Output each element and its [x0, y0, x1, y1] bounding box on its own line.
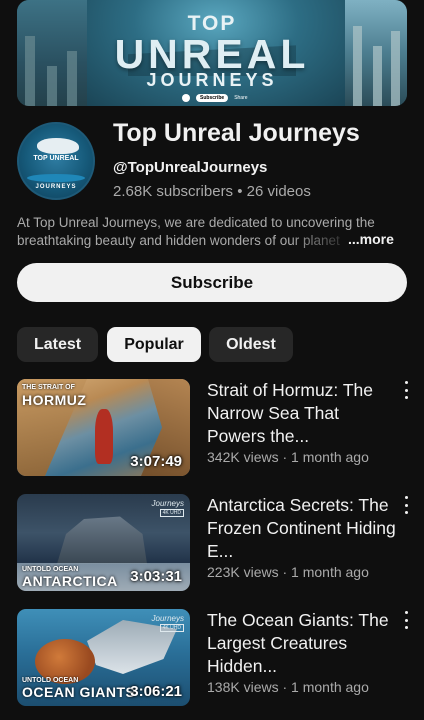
filter-chip-latest[interactable]: Latest [17, 327, 98, 362]
video-duration: 3:07:49 [130, 453, 182, 470]
video-title[interactable]: Strait of Hormuz: The Narrow Sea That Po… [207, 379, 397, 448]
whale-icon [37, 138, 79, 154]
channel-avatar[interactable]: TOP UNREAL JOURNEYS [17, 122, 95, 200]
tanker-image [95, 409, 113, 464]
avatar-text-top: TOP UNREAL [33, 155, 79, 162]
video-duration: 3:03:31 [130, 568, 182, 585]
video-item[interactable]: Journeys 4K UHD UNTOLD OCEAN OCEAN GIANT… [0, 609, 424, 709]
mini-avatar-icon [182, 94, 190, 102]
thumbnail-caption-small: UNTOLD OCEAN [22, 566, 79, 573]
video-meta: 223K views · 1 month ago [207, 564, 369, 580]
video-meta: 342K views · 1 month ago [207, 449, 369, 465]
video-item[interactable]: THE STRAIT OF HORMUZ 3:07:49 Strait of H… [0, 379, 424, 479]
banner-title-journeys: JOURNEYS [146, 70, 278, 90]
video-title[interactable]: Antarctica Secrets: The Frozen Continent… [207, 494, 397, 563]
thumbnail-caption-small: THE STRAIT OF [22, 384, 75, 391]
thumbnail-brand: Journeys [151, 614, 184, 623]
mini-subscribe-badge: Subscribe [196, 94, 229, 102]
filter-chip-popular[interactable]: Popular [107, 327, 201, 362]
video-title[interactable]: The Ocean Giants: The Largest Creatures … [207, 609, 397, 678]
video-meta: 138K views · 1 month ago [207, 679, 369, 695]
description-line-1: At Top Unreal Journeys, we are dedicated… [17, 215, 375, 230]
wave-icon [27, 174, 85, 182]
thumbnail-caption-large: HORMUZ [22, 392, 87, 408]
video-duration: 3:06:21 [130, 683, 182, 700]
more-options-icon[interactable] [401, 611, 411, 629]
thumbnail-hd-badge: 4K UHD [159, 624, 184, 632]
thumbnail-caption-large: OCEAN GIANTS [22, 684, 136, 700]
channel-stats: 2.68K subscribers • 26 videos [113, 183, 311, 200]
video-thumbnail[interactable]: THE STRAIT OF HORMUZ 3:07:49 [17, 379, 190, 476]
video-thumbnail[interactable]: Journeys 4K UHD UNTOLD OCEAN ANTARCTICA … [17, 494, 190, 591]
filter-chip-oldest[interactable]: Oldest [209, 327, 293, 362]
thumbnail-caption-large: ANTARCTICA [22, 573, 118, 589]
thumbnail-brand: Journeys [151, 499, 184, 508]
channel-name: Top Unreal Journeys [113, 119, 360, 147]
more-options-icon[interactable] [401, 496, 411, 514]
stats-separator: • [233, 183, 247, 200]
banner-mini-actions: Subscribe Share [182, 94, 248, 102]
icebreaker-image [57, 516, 147, 564]
subscribe-button[interactable]: Subscribe [17, 263, 407, 302]
video-item[interactable]: Journeys 4K UHD UNTOLD OCEAN ANTARCTICA … [0, 494, 424, 594]
description-line-2: breathtaking beauty and hidden wonders o… [17, 233, 340, 248]
channel-banner: TOP UNREAL JOURNEYS Subscribe Share [17, 0, 407, 106]
avatar-text-journeys: JOURNEYS [35, 184, 77, 190]
thumbnail-caption-small: UNTOLD OCEAN [22, 677, 79, 684]
mini-share-label: Share [234, 95, 248, 101]
subscriber-count: 2.68K subscribers [113, 183, 234, 200]
video-count: 26 videos [246, 183, 311, 200]
channel-handle: @TopUnrealJourneys [113, 159, 268, 176]
video-thumbnail[interactable]: Journeys 4K UHD UNTOLD OCEAN OCEAN GIANT… [17, 609, 190, 706]
more-options-icon[interactable] [401, 381, 411, 399]
thumbnail-hd-badge: 4K UHD [159, 509, 184, 517]
more-link[interactable]: ...more [348, 231, 394, 247]
